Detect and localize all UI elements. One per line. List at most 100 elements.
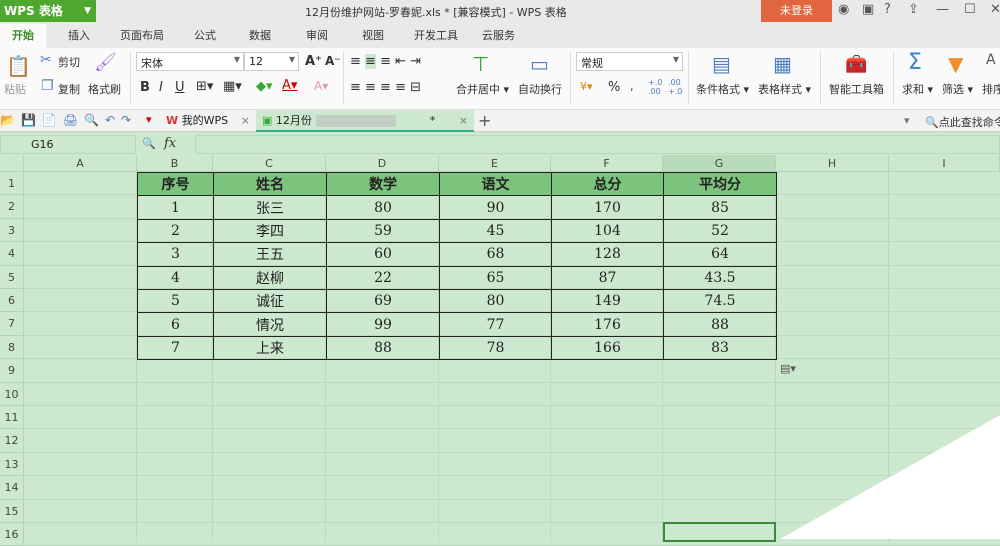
table-cell[interactable]: 王五: [213, 242, 327, 267]
tab-formula[interactable]: 公式: [194, 24, 216, 48]
table-cell[interactable]: 59: [326, 218, 440, 244]
table-cell[interactable]: 64: [663, 242, 777, 267]
table-cell[interactable]: 74.5: [663, 288, 777, 314]
table-cell[interactable]: 7: [137, 335, 214, 361]
decrease-decimal-icon[interactable]: .00 +.0: [668, 78, 682, 96]
conditional-format-button[interactable]: 条件格式 ▾: [696, 81, 749, 97]
row-header-16[interactable]: 16: [0, 523, 24, 546]
table-cell[interactable]: 4: [137, 265, 214, 290]
table-cell[interactable]: 上来: [213, 335, 327, 361]
column-header-c[interactable]: C: [213, 155, 326, 172]
close-icon[interactable]: ×: [241, 110, 250, 132]
table-cell[interactable]: 65: [439, 265, 552, 290]
select-all-corner[interactable]: [0, 155, 24, 172]
table-cell[interactable]: 赵柳: [213, 265, 327, 290]
quick-access-icons[interactable]: 📂💾📄🖨🔍↶↷: [0, 113, 137, 127]
pin-icon[interactable]: ▾: [146, 113, 152, 126]
table-cell[interactable]: 3: [137, 242, 214, 267]
align-left-icon[interactable]: ≡ ≡ ≡ ≡ ⊟: [350, 80, 421, 95]
table-style-button[interactable]: 表格样式 ▾: [758, 81, 811, 97]
help-icon[interactable]: ?: [884, 2, 891, 17]
table-cell[interactable]: 李四: [213, 218, 327, 244]
table-cell[interactable]: 149: [551, 288, 664, 314]
tab-view[interactable]: 视图: [362, 24, 384, 48]
header-cell[interactable]: 语文: [439, 171, 552, 197]
paste-button[interactable]: 粘贴: [4, 81, 26, 97]
table-cell[interactable]: 80: [439, 288, 552, 314]
table-cell[interactable]: 52: [663, 218, 777, 244]
row-header-10[interactable]: 10: [0, 382, 24, 406]
toolbox-button[interactable]: 智能工具箱: [829, 81, 884, 97]
table-cell[interactable]: 88: [663, 312, 777, 337]
table-cell[interactable]: 83: [663, 335, 777, 361]
table-cell[interactable]: 6: [137, 312, 214, 337]
table-cell[interactable]: 情况: [213, 312, 327, 337]
copy-button[interactable]: 复制: [58, 81, 80, 97]
column-header-e[interactable]: E: [439, 155, 551, 172]
increase-decimal-icon[interactable]: +.0.00: [648, 78, 662, 96]
font-size-select[interactable]: 12 ▼: [244, 52, 299, 71]
name-box[interactable]: G16: [0, 135, 136, 154]
table-cell[interactable]: 104: [551, 218, 664, 244]
table-cell[interactable]: 90: [439, 195, 552, 220]
zoom-icon[interactable]: 🔍: [142, 137, 156, 150]
table-cell[interactable]: 诚征: [213, 288, 327, 314]
table-cell[interactable]: 2: [137, 218, 214, 244]
table-cell[interactable]: 77: [439, 312, 552, 337]
header-cell[interactable]: 序号: [137, 171, 214, 197]
row-header-14[interactable]: 14: [0, 476, 24, 500]
font-color-icon[interactable]: A▾: [282, 78, 297, 93]
comma-icon[interactable]: ,: [630, 80, 634, 93]
format-painter-button[interactable]: 格式刷: [88, 81, 121, 97]
tab-cloud[interactable]: 云服务: [482, 24, 515, 48]
login-button[interactable]: 未登录: [761, 0, 832, 22]
header-cell[interactable]: 平均分: [663, 171, 777, 197]
tab-home[interactable]: 开始: [0, 24, 46, 48]
cut-button[interactable]: 剪切: [58, 54, 80, 70]
font-select[interactable]: 宋体 ▼: [136, 52, 244, 71]
sum-button[interactable]: 求和 ▾: [902, 81, 933, 97]
minimize-icon[interactable]: —: [936, 2, 949, 17]
table-cell[interactable]: 45: [439, 218, 552, 244]
tab-developer[interactable]: 开发工具: [414, 24, 458, 48]
fill-color-icon[interactable]: ◆▾: [256, 79, 273, 94]
table-cell[interactable]: 88: [326, 335, 440, 361]
header-cell[interactable]: 总分: [551, 171, 664, 197]
tab-document[interactable]: ▣ 12月份 * ×: [256, 110, 474, 132]
column-header-f[interactable]: F: [551, 155, 663, 172]
currency-icon[interactable]: ¥▾: [580, 80, 593, 93]
skin-icon[interactable]: ◉: [838, 2, 849, 17]
tab-insert[interactable]: 插入: [68, 24, 90, 48]
fx-button[interactable]: fx: [164, 136, 176, 151]
table-cell[interactable]: 69: [326, 288, 440, 314]
row-header-11[interactable]: 11: [0, 406, 24, 430]
column-header-i[interactable]: I: [889, 155, 1000, 172]
row-header-4[interactable]: 4: [0, 242, 24, 266]
header-cell[interactable]: 姓名: [213, 171, 327, 197]
cell-style-icon[interactable]: ▦▾: [223, 79, 242, 94]
row-header-6[interactable]: 6: [0, 289, 24, 313]
app-menu-button[interactable]: WPS 表格 ▼: [0, 0, 96, 22]
feedback-icon[interactable]: ▣: [862, 2, 874, 17]
sort-button[interactable]: 排序: [982, 81, 1000, 97]
tab-review[interactable]: 审阅: [306, 24, 328, 48]
column-header-h[interactable]: H: [776, 155, 889, 172]
table-cell[interactable]: 5: [137, 288, 214, 314]
header-cell[interactable]: 数学: [326, 171, 440, 197]
percent-button[interactable]: %: [608, 80, 620, 95]
table-cell[interactable]: 176: [551, 312, 664, 337]
row-header-5[interactable]: 5: [0, 265, 24, 289]
pin-toolbar-icon[interactable]: ▾: [904, 114, 910, 127]
table-cell[interactable]: 99: [326, 312, 440, 337]
table-cell[interactable]: 80: [326, 195, 440, 220]
row-header-8[interactable]: 8: [0, 335, 24, 360]
row-header-3[interactable]: 3: [0, 218, 24, 243]
paste-icon[interactable]: 📋: [6, 54, 31, 78]
underline-button[interactable]: U: [175, 80, 185, 95]
table-cell[interactable]: 78: [439, 335, 552, 361]
table-cell[interactable]: 68: [439, 242, 552, 267]
restore-ribbon-icon[interactable]: ⇪: [908, 2, 919, 17]
filter-button[interactable]: 筛选 ▾: [942, 81, 973, 97]
table-cell[interactable]: 128: [551, 242, 664, 267]
close-icon[interactable]: ✕: [990, 2, 1000, 17]
